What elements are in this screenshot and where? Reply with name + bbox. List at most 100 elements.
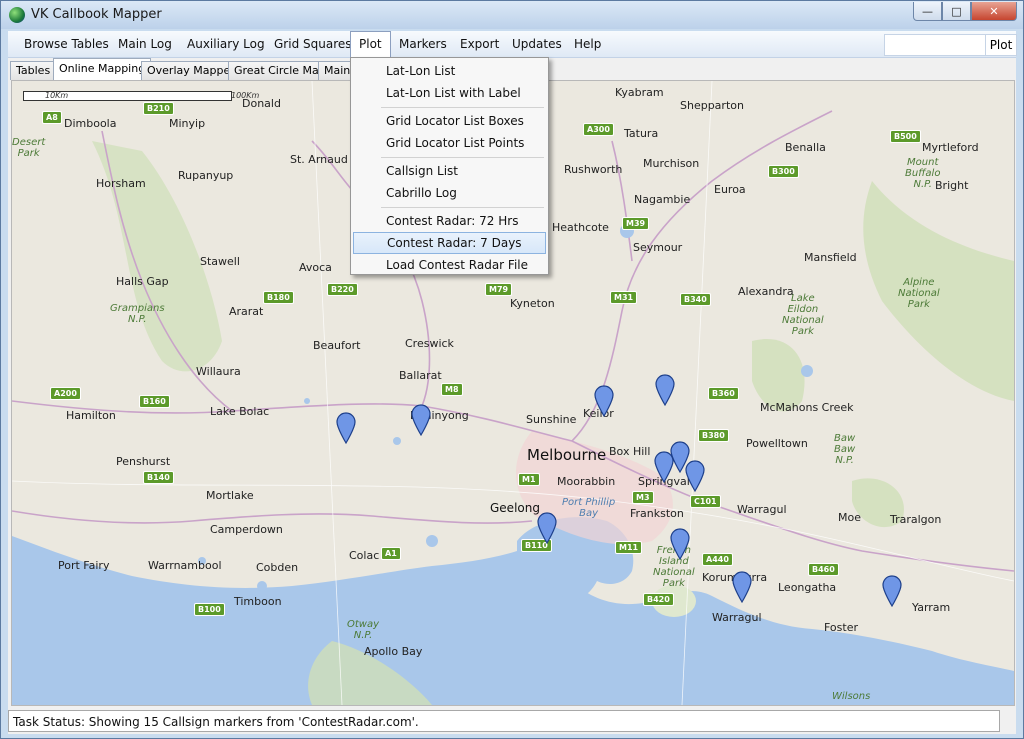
task-status-bar: Task Status: Showing 15 Callsign markers…	[8, 710, 1000, 732]
menu-updates[interactable]: Updates	[504, 31, 570, 57]
map-label-town: Nagambie	[634, 193, 691, 206]
callsign-marker[interactable]	[537, 512, 557, 544]
plot-menu-cabrillo-log[interactable]: Cabrillo Log	[353, 182, 546, 204]
route-shield: B180	[263, 291, 294, 304]
map-label-town: Halls Gap	[116, 275, 169, 288]
route-shield: A440	[702, 553, 733, 566]
callsign-marker[interactable]	[685, 460, 705, 492]
menu-browse-tables[interactable]: Browse Tables	[16, 31, 117, 57]
map-label-town: Rushworth	[564, 163, 623, 176]
map-label-town: Warragul	[737, 503, 787, 516]
map-label-town: Cobden	[256, 561, 299, 574]
maximize-button[interactable]: □	[942, 2, 971, 21]
map-label-town: Lake Bolac	[210, 405, 270, 418]
menu-plot[interactable]: Plot	[350, 31, 391, 57]
map-label-town: Tatura	[624, 127, 659, 140]
map-label-town: Seymour	[633, 241, 683, 254]
route-shield: B420	[643, 593, 674, 606]
map-label-water: Port Phillip Bay	[562, 497, 616, 519]
menu-bar: Browse Tables Main Log Auxiliary Log Gri…	[8, 31, 1017, 58]
map-label-town: Kyneton	[510, 297, 555, 310]
plot-menu-grid-locator-points[interactable]: Grid Locator List Points	[353, 132, 546, 154]
window-title: VK Callbook Mapper	[31, 7, 162, 22]
map-label-park: Wilsons	[832, 691, 871, 702]
route-shield: B460	[808, 563, 839, 576]
map-label-town: Kyabram	[615, 86, 664, 99]
map-label-town: St. Arnaud	[290, 153, 348, 166]
plot-menu-grid-locator-boxes[interactable]: Grid Locator List Boxes	[353, 110, 546, 132]
map-label-town: Colac	[349, 549, 380, 562]
map-label-town: Foster	[824, 621, 858, 634]
title-bar[interactable]: VK Callbook Mapper — □ ✕	[1, 1, 1023, 29]
callsign-marker[interactable]	[655, 374, 675, 406]
map-label-park: Otway N.P.	[347, 619, 380, 641]
map-label-town: Warragul	[712, 611, 762, 624]
map-label-park: Alpine National Park	[898, 277, 940, 310]
route-shield: C101	[690, 495, 721, 508]
route-shield: M3	[632, 491, 654, 504]
menu-help[interactable]: Help	[566, 31, 609, 57]
menu-auxiliary-log[interactable]: Auxiliary Log	[179, 31, 273, 57]
plot-menu-contest-radar-72hrs[interactable]: Contest Radar: 72 Hrs	[353, 210, 546, 232]
menu-separator	[381, 157, 544, 158]
map-label-town: Shepparton	[680, 99, 744, 112]
route-shield: M31	[610, 291, 638, 304]
menu-grid-squares[interactable]: Grid Squares	[266, 31, 360, 57]
map-label-town: Creswick	[405, 337, 454, 350]
map-label-city: Melbourne	[527, 446, 607, 464]
map-label-town: Horsham	[96, 177, 146, 190]
map-label-town: Geelong	[490, 501, 540, 515]
plot-button[interactable]: Plot	[985, 34, 1017, 56]
map-label-town: Moe	[838, 511, 861, 524]
map-label-town: Ararat	[229, 305, 264, 318]
route-shield: B380	[698, 429, 729, 442]
menu-export[interactable]: Export	[452, 31, 507, 57]
map-label-town: Port Fairy	[58, 559, 110, 572]
route-shield: B210	[143, 102, 174, 115]
client-area: Browse Tables Main Log Auxiliary Log Gri…	[8, 31, 1017, 734]
menu-markers[interactable]: Markers	[391, 31, 455, 57]
map-label-town: McMahons Creek	[760, 401, 854, 414]
callsign-marker[interactable]	[670, 528, 690, 560]
route-shield: A300	[583, 123, 614, 136]
map-label-town: Beaufort	[313, 339, 361, 352]
plot-menu-lat-lon-list-with-label[interactable]: Lat-Lon List with Label	[353, 82, 546, 104]
route-shield: B340	[680, 293, 711, 306]
plot-menu-contest-radar-7days[interactable]: Contest Radar: 7 Days	[353, 232, 546, 254]
map-label-town: Moorabbin	[557, 475, 616, 488]
route-shield: M11	[615, 541, 643, 554]
map-label-park: Desert Park	[12, 137, 46, 159]
map-label-park: Baw Baw N.P.	[834, 433, 856, 466]
menu-main-log[interactable]: Main Log	[110, 31, 180, 57]
map-label-town: Euroa	[714, 183, 746, 196]
route-shield: B100	[194, 603, 225, 616]
route-shield: B160	[139, 395, 170, 408]
route-shield: B140	[143, 471, 174, 484]
map-label-park: Grampians N.P.	[110, 303, 165, 325]
map-label-town: Donald	[242, 97, 281, 110]
plot-input[interactable]	[884, 34, 986, 56]
close-button[interactable]: ✕	[971, 2, 1017, 21]
route-shield: M8	[441, 383, 463, 396]
map-label-town: Mortlake	[206, 489, 254, 502]
map-label-town: Avoca	[299, 261, 332, 274]
callsign-marker[interactable]	[882, 575, 902, 607]
plot-menu-load-contest-radar-file[interactable]: Load Contest Radar File	[353, 254, 546, 276]
plot-menu-lat-lon-list[interactable]: Lat-Lon List	[353, 60, 546, 82]
map-label-town: Box Hill	[609, 445, 651, 458]
callsign-marker[interactable]	[336, 412, 356, 444]
tab-online-mapping[interactable]: Online Mapping	[53, 58, 152, 80]
map-label-town: Powelltown	[746, 437, 808, 450]
tab-great-circle-map[interactable]: Great Circle Map	[228, 61, 332, 80]
route-shield: B500	[890, 130, 921, 143]
route-shield: M79	[485, 283, 513, 296]
plot-menu-callsign-list[interactable]: Callsign List	[353, 160, 546, 182]
callsign-marker[interactable]	[654, 451, 674, 483]
callsign-marker[interactable]	[411, 404, 431, 436]
map-label-town: Stawell	[200, 255, 240, 268]
tab-overlay-mapper[interactable]: Overlay Mapper	[141, 61, 241, 80]
minimize-button[interactable]: —	[913, 2, 942, 21]
tab-tables[interactable]: Tables	[10, 61, 57, 80]
callsign-marker[interactable]	[732, 571, 752, 603]
callsign-marker[interactable]	[594, 385, 614, 417]
